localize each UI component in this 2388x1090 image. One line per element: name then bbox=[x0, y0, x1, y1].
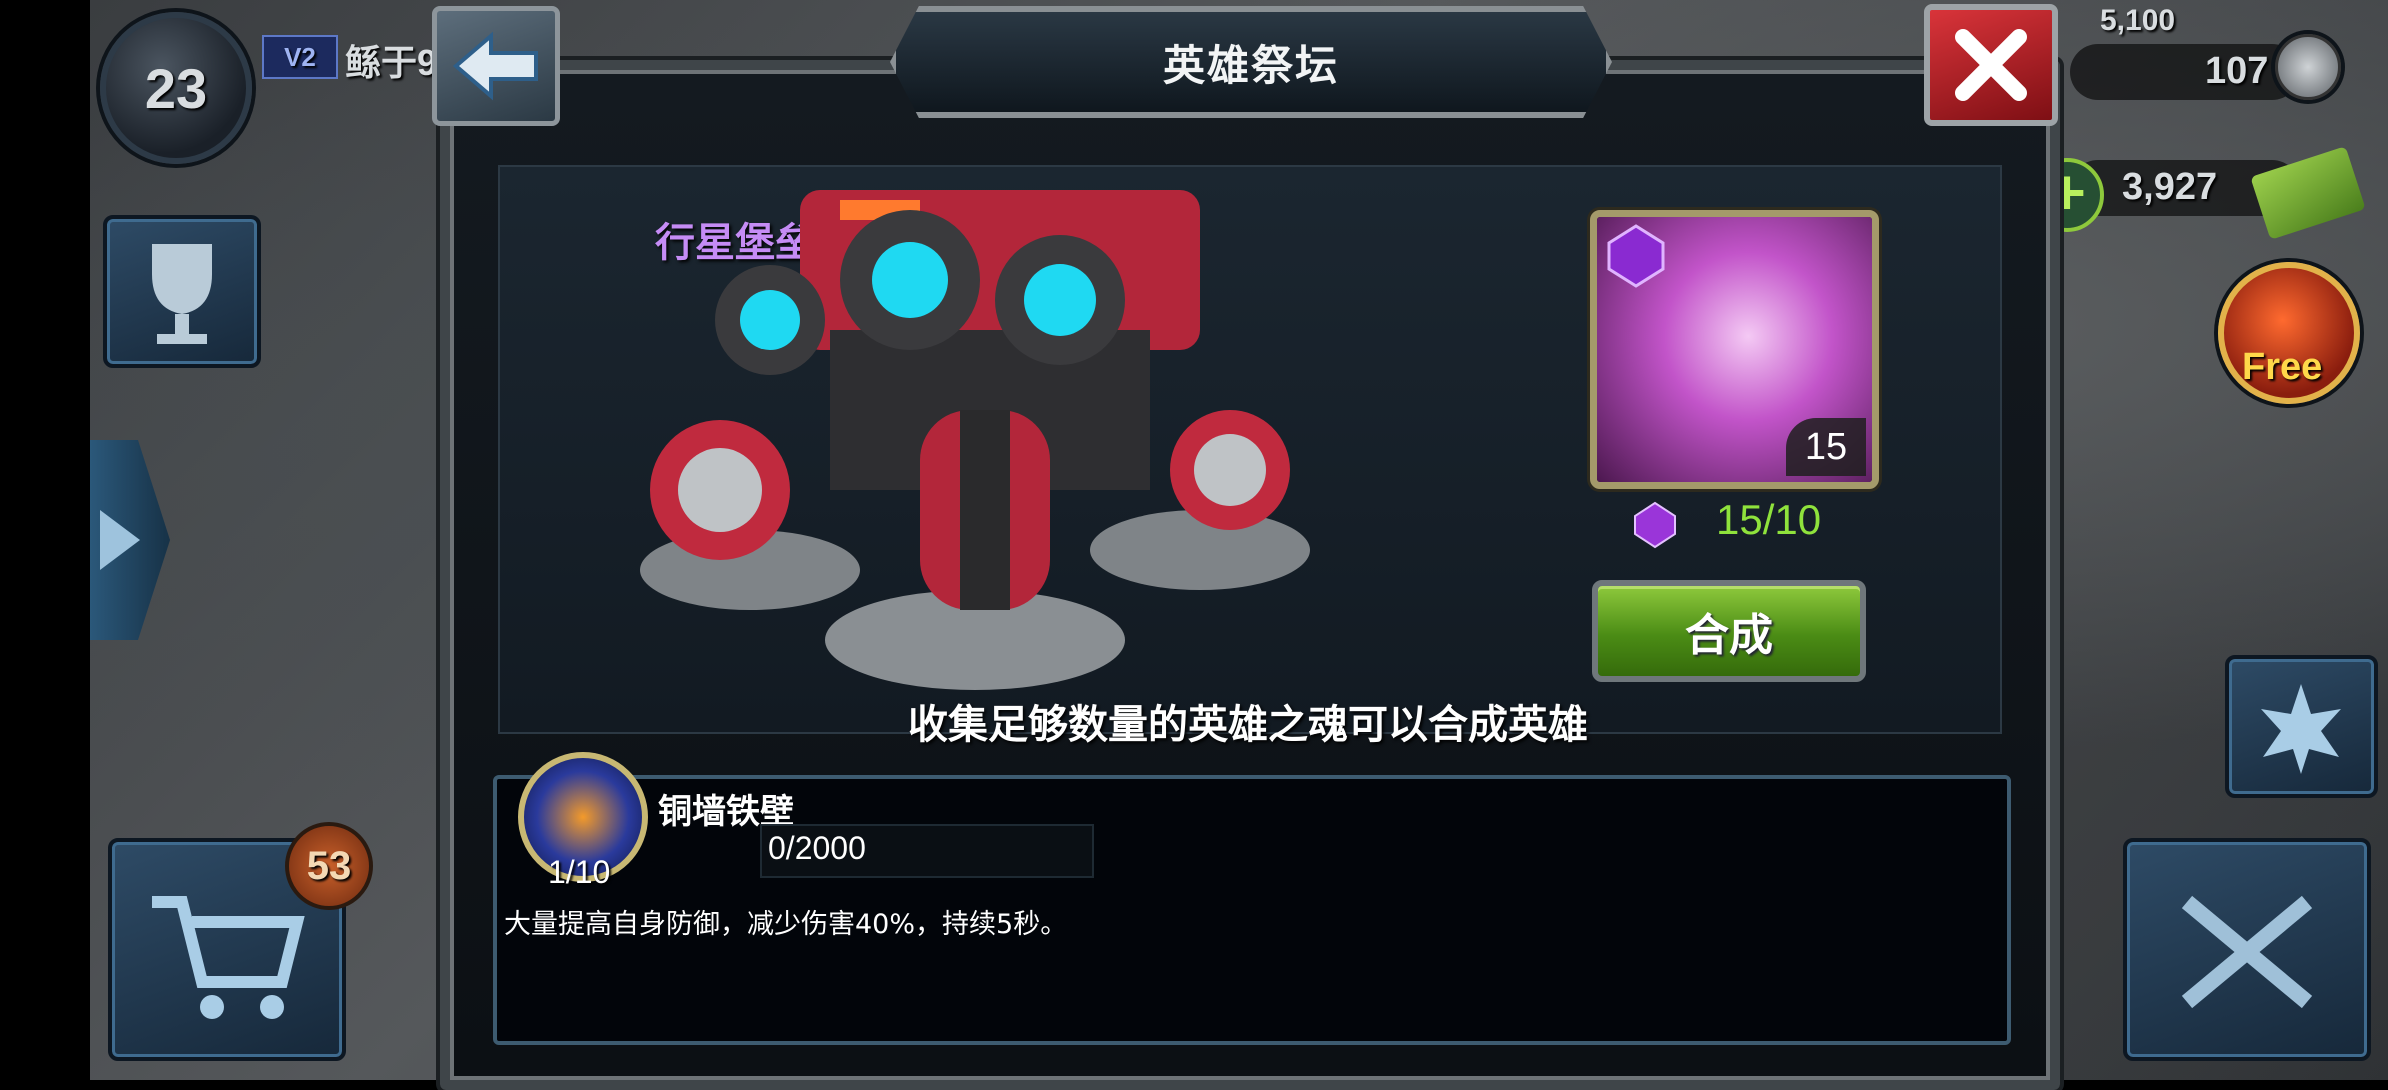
soul-count: 15/10 bbox=[1716, 496, 1822, 543]
hero-portrait-card[interactable]: 15 bbox=[1590, 210, 1879, 489]
soul-gem-icon bbox=[1634, 501, 1676, 549]
shop-badge: 53 bbox=[285, 822, 373, 910]
purple-gem-icon bbox=[1607, 224, 1665, 288]
back-button[interactable] bbox=[432, 6, 560, 126]
resource-1-value: 107 bbox=[2205, 50, 2269, 92]
shop-badge-count: 53 bbox=[306, 843, 352, 888]
vip-badge[interactable]: V2 bbox=[262, 35, 338, 79]
trophy-button[interactable] bbox=[103, 215, 261, 368]
resource-2-value: 3,927 bbox=[2122, 166, 2218, 208]
back-arrow-icon bbox=[452, 31, 538, 101]
battle-button[interactable] bbox=[2123, 838, 2371, 1061]
skill-description: 大量提高自身防御，减少伤害40%，持续5秒。 bbox=[504, 909, 1068, 940]
close-button[interactable] bbox=[1924, 4, 2058, 126]
free-gift-button[interactable]: Free bbox=[2218, 262, 2360, 404]
card-level: 15 bbox=[1786, 418, 1866, 476]
compose-button[interactable]: 合成 bbox=[1592, 580, 1866, 682]
vip-label: V2 bbox=[284, 41, 316, 72]
hero-model-image bbox=[640, 190, 1310, 690]
free-label: Free bbox=[2242, 346, 2323, 388]
emblem-button[interactable] bbox=[2225, 655, 2378, 798]
capacity-text: 5,100 bbox=[2100, 4, 2176, 37]
trophy-icon bbox=[152, 244, 212, 344]
star-burst-icon bbox=[2261, 684, 2341, 774]
compose-hint: 收集足够数量的英雄之魂可以合成英雄 bbox=[908, 702, 1588, 748]
skill-level: 1/10 bbox=[548, 854, 611, 890]
close-icon bbox=[1955, 29, 2027, 101]
dialog-title-plate: 英雄祭坛 bbox=[890, 6, 1612, 118]
dialog-title: 英雄祭坛 bbox=[1162, 40, 1339, 90]
player-name: 鲧于9 bbox=[345, 42, 438, 83]
crossed-guns-icon bbox=[2181, 895, 2313, 1009]
player-level-badge[interactable]: 23 bbox=[100, 12, 252, 164]
silver-coin-icon bbox=[2275, 34, 2341, 100]
player-level: 23 bbox=[144, 56, 208, 120]
screen-left-margin bbox=[0, 0, 90, 1080]
skill-exp: 0/2000 bbox=[768, 830, 866, 866]
